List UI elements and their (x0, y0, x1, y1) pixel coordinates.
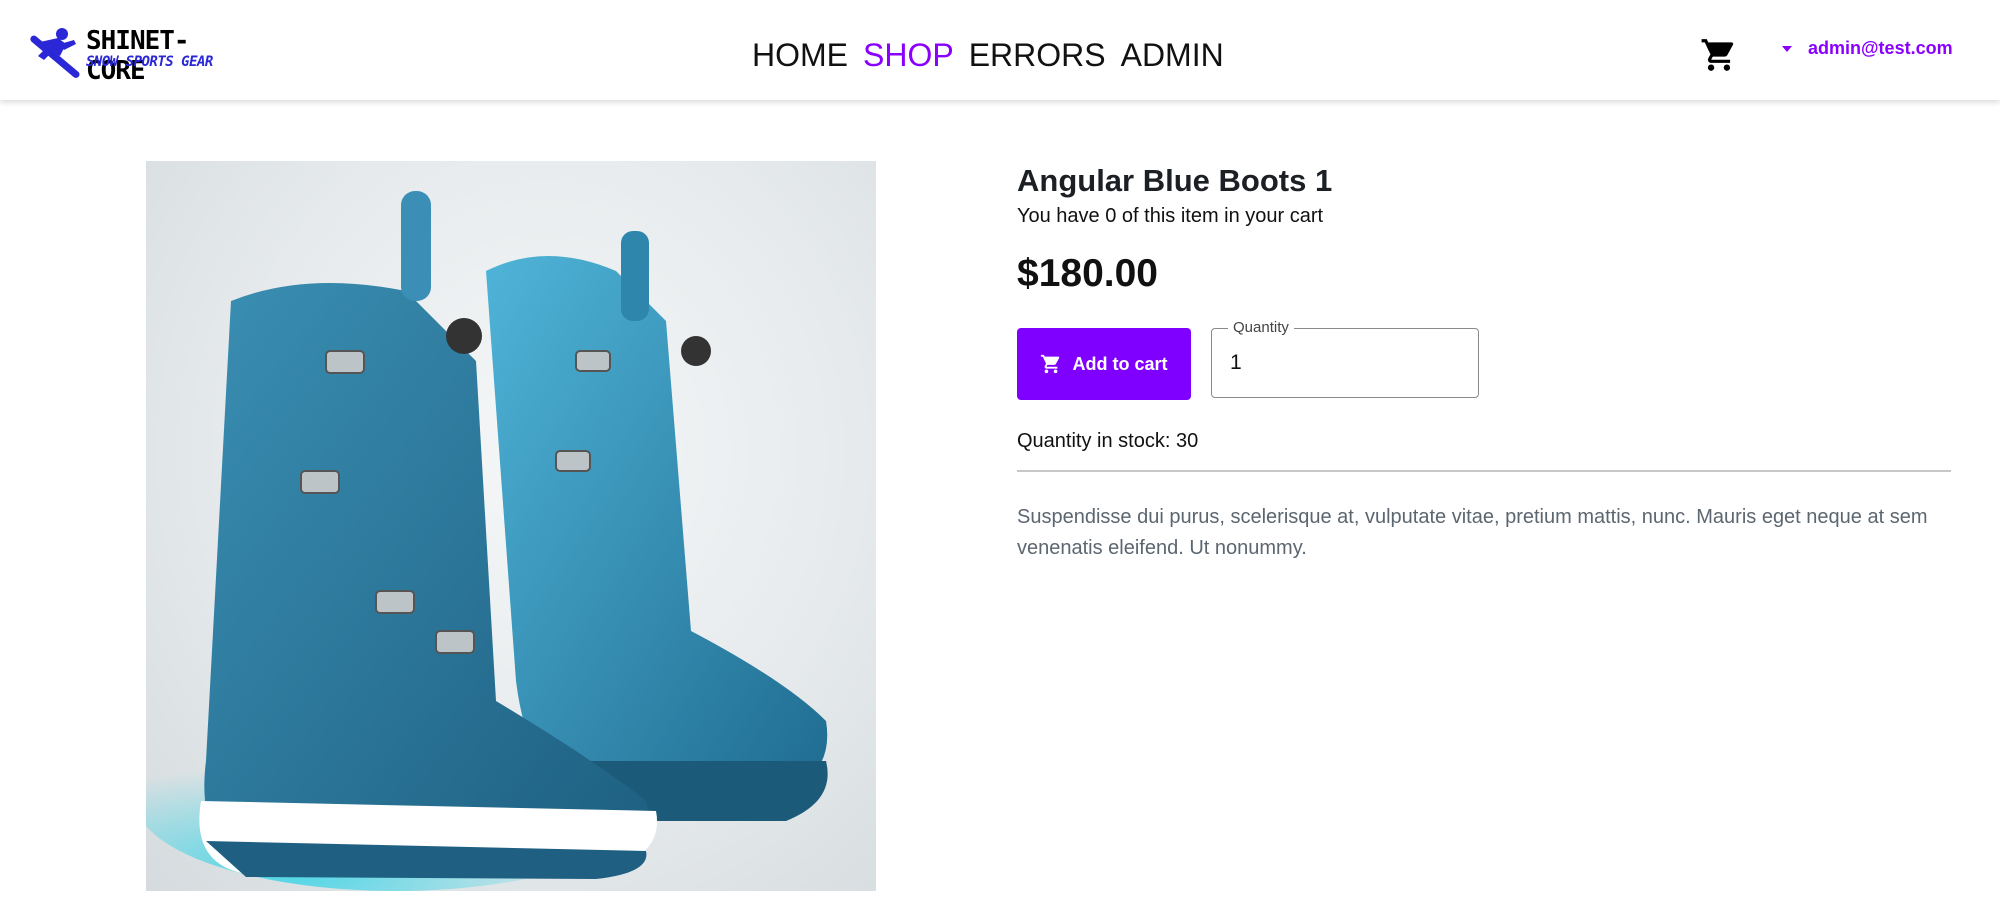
product-image (146, 161, 876, 891)
nav-shop[interactable]: SHOP (863, 34, 954, 76)
user-email: admin@test.com (1808, 38, 1953, 58)
boots-illustration (146, 191, 828, 891)
quantity-field: Quantity (1211, 319, 1479, 398)
nav-home[interactable]: HOME (752, 34, 848, 76)
nav-admin[interactable]: ADMIN (1121, 34, 1224, 76)
add-to-cart-label: Add to cart (1072, 353, 1168, 374)
brand-logo[interactable]: SHINET-CORE SNOW SPORTS GEAR (26, 26, 246, 86)
caret-down-icon (1782, 45, 1792, 52)
product-description: Suspendisse dui purus, scelerisque at, v… (1017, 506, 1928, 559)
product-price: $180.00 (1017, 252, 1158, 295)
main-nav: HOME SHOP ERRORS ADMIN (752, 34, 1224, 76)
stock-quantity: Quantity in stock: 30 (1017, 430, 1199, 452)
brand-tagline: SNOW SPORTS GEAR (86, 54, 213, 70)
snowboarder-icon (30, 28, 80, 78)
section-divider (1017, 470, 1951, 472)
shopping-cart-icon (1041, 354, 1060, 374)
shopping-cart-icon[interactable] (1700, 36, 1738, 74)
user-menu[interactable]: admin@test.com (1782, 38, 1953, 59)
top-header: SHINET-CORE SNOW SPORTS GEAR HOME SHOP E… (0, 0, 2000, 100)
add-to-cart-button[interactable]: Add to cart (1017, 328, 1191, 400)
product-title: Angular Blue Boots 1 (1017, 163, 1333, 198)
nav-errors[interactable]: ERRORS (969, 34, 1106, 76)
cart-count-note: You have 0 of this item in your cart (1017, 205, 1324, 227)
quantity-label: Quantity (1228, 319, 1294, 336)
quantity-input[interactable] (1230, 347, 1450, 379)
